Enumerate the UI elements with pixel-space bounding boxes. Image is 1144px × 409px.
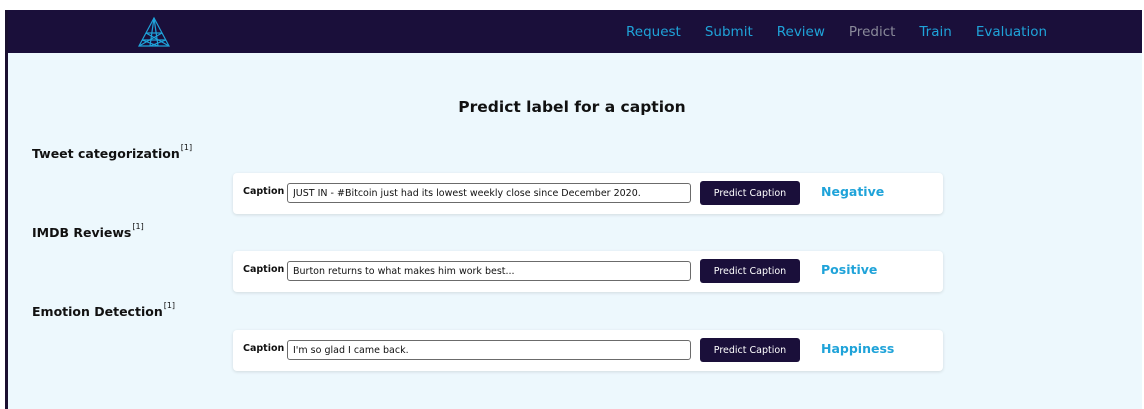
nav-link-submit[interactable]: Submit	[705, 24, 753, 40]
section-label-imdb-reviews: IMDB Reviews[1]	[32, 222, 144, 240]
prediction-result-imdb: Positive	[821, 262, 878, 277]
nav-links: Request Submit Review Predict Train Eval…	[626, 10, 1047, 53]
section-title: Tweet categorization	[32, 146, 180, 161]
caption-label: Caption	[243, 343, 285, 354]
predict-card-emotion: Caption Predict Caption Happiness	[233, 330, 943, 371]
prediction-result-tweet: Negative	[821, 184, 885, 199]
section-label-emotion-detection: Emotion Detection[1]	[32, 301, 175, 319]
section-title: Emotion Detection	[32, 304, 163, 319]
nav-link-request[interactable]: Request	[626, 24, 681, 40]
nav-link-evaluation[interactable]: Evaluation	[976, 24, 1047, 40]
caption-input-emotion[interactable]	[287, 340, 691, 360]
nav-link-review[interactable]: Review	[777, 24, 825, 40]
predict-caption-button-imdb[interactable]: Predict Caption	[700, 259, 800, 283]
predict-card-tweet: Caption Predict Caption Negative	[233, 173, 943, 214]
predict-card-imdb: Caption Predict Caption Positive	[233, 251, 943, 292]
caption-input-imdb[interactable]	[287, 261, 691, 281]
caption-label: Caption	[243, 264, 285, 275]
top-navbar: Request Submit Review Predict Train Eval…	[8, 10, 1142, 53]
caption-input-tweet[interactable]	[287, 183, 691, 203]
note-marker[interactable]: [1]	[164, 301, 175, 310]
note-marker[interactable]: [1]	[132, 222, 143, 231]
note-marker[interactable]: [1]	[181, 143, 192, 152]
app-frame: Request Submit Review Predict Train Eval…	[0, 0, 1144, 409]
caption-label: Caption	[243, 186, 285, 197]
triangle-mesh-logo-icon[interactable]	[136, 16, 172, 48]
predict-caption-button-tweet[interactable]: Predict Caption	[700, 181, 800, 205]
prediction-result-emotion: Happiness	[821, 341, 895, 356]
nav-link-predict[interactable]: Predict	[849, 24, 896, 40]
predict-caption-button-emotion[interactable]: Predict Caption	[700, 338, 800, 362]
section-title: IMDB Reviews	[32, 225, 132, 240]
section-label-tweet-categorization: Tweet categorization[1]	[32, 143, 192, 161]
nav-link-train[interactable]: Train	[919, 24, 951, 40]
page-title: Predict label for a caption	[458, 98, 686, 116]
